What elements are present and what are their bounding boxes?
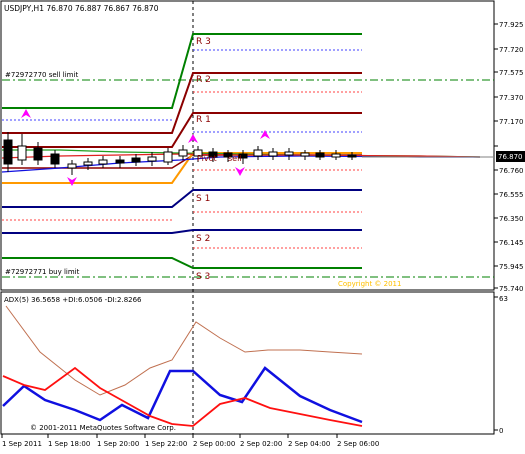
candle [347, 154, 357, 158]
candle [284, 151, 294, 156]
r2-label: R 2 [196, 75, 211, 85]
r3-label: R 3 [196, 37, 211, 47]
candle [300, 152, 310, 157]
time-label: 2 Sep 04:00 [288, 440, 330, 448]
main-chart-frame[interactable] [0, 0, 495, 291]
candle [50, 153, 60, 165]
candle [115, 159, 125, 164]
candle [253, 149, 263, 157]
adx-header: ADX(5) 36.5658 +DI:6.0506 -DI:2.8266 [4, 296, 142, 304]
price-label: 77.575 [499, 69, 524, 77]
metaquotes-copyright: © 2001-2011 MetaQuotes Software Corp. [30, 424, 176, 432]
candle [98, 159, 108, 165]
time-label: 1 Sep 22:00 [145, 440, 187, 448]
s1-label: S 1 [196, 194, 210, 204]
price-label: 77.925 [499, 21, 524, 29]
price-label: 75.740 [499, 285, 524, 293]
adx-scale-bottom: 0 [499, 427, 503, 435]
price-label: 76.555 [499, 191, 524, 199]
metatrader-chart-window[interactable]: USDJPY,H1 76.870 76.887 76.867 76.870 77… [0, 0, 525, 450]
candle [3, 139, 13, 165]
chart-header: USDJPY,H1 76.870 76.887 76.867 76.870 [4, 4, 159, 13]
time-label: 2 Sep 06:00 [337, 440, 379, 448]
candle [178, 149, 188, 157]
candle [331, 153, 341, 158]
current-price-label: 76.870 [498, 153, 523, 161]
candle [131, 157, 141, 163]
candle [33, 147, 43, 161]
time-label: 1 Sep 2011 [2, 440, 42, 448]
time-label: 2 Sep 00:00 [193, 440, 235, 448]
price-label: 76.145 [499, 239, 524, 247]
s2-label: S 2 [196, 234, 210, 244]
price-label: 77.370 [499, 94, 524, 102]
pivot-label: Pivot [197, 154, 217, 163]
candle [163, 151, 173, 163]
candle [268, 151, 278, 157]
sell-order-label: sell [228, 154, 242, 163]
sell-limit-label: #72972770 sell limit [5, 71, 78, 79]
price-label: 76.760 [499, 167, 524, 175]
time-label: 1 Sep 18:00 [48, 440, 90, 448]
time-label: 2 Sep 02:00 [240, 440, 282, 448]
candle [67, 163, 77, 169]
price-label: 75.945 [499, 263, 524, 271]
r1-label: R 1 [196, 115, 211, 125]
candle [315, 152, 325, 158]
time-label: 1 Sep 20:00 [97, 440, 139, 448]
candle [17, 145, 27, 161]
indicator-frame[interactable] [0, 291, 495, 435]
candle [83, 161, 93, 166]
price-label: 76.350 [499, 215, 524, 223]
candle [147, 156, 157, 162]
adx-scale-top: 63 [499, 295, 508, 303]
copyright-label: Copyright © 2011 [338, 280, 401, 288]
buy-limit-label: #72972771 buy limit [5, 268, 80, 276]
price-label: 77.720 [499, 46, 524, 54]
price-label: 77.170 [499, 118, 524, 126]
s3-label: S 3 [196, 272, 210, 282]
